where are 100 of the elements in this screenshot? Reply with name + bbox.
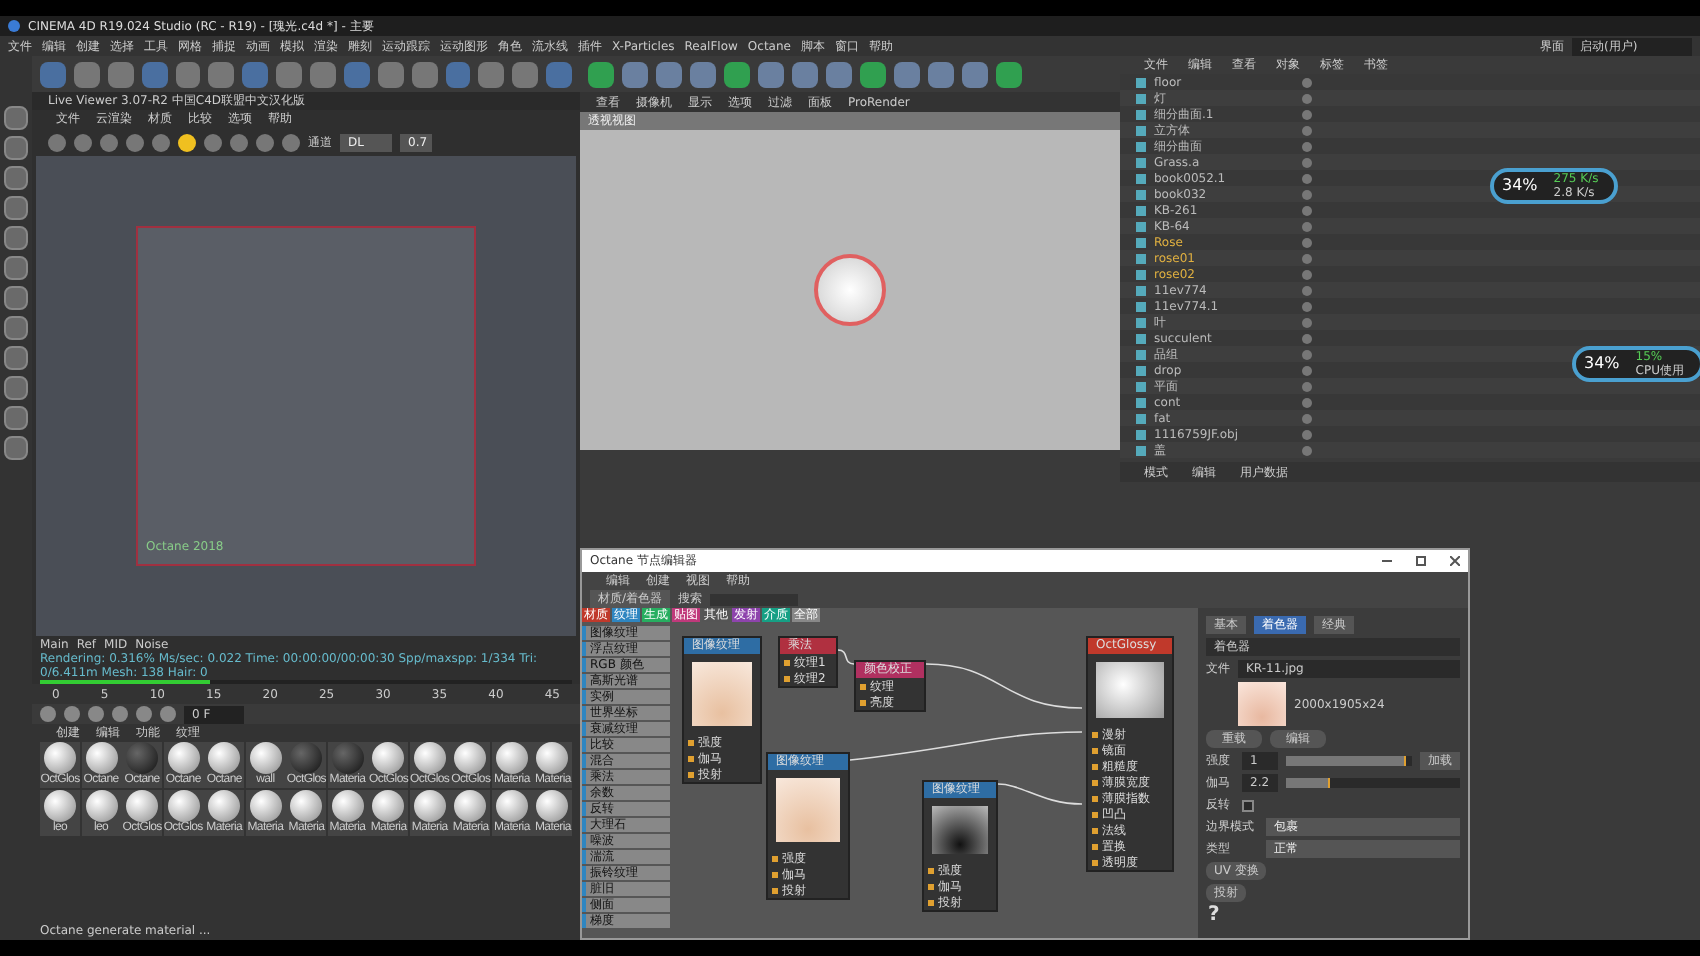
texture-thumbnail: [1238, 682, 1286, 726]
toolbar-icon[interactable]: [377, 61, 404, 87]
toolbar-icon[interactable]: [894, 61, 920, 87]
material-preview: [372, 742, 405, 774]
toolbar-icon[interactable]: [996, 61, 1022, 87]
material-preview: [85, 790, 118, 822]
toolbar-icon[interactable]: [445, 61, 471, 87]
material-preview: [167, 790, 200, 822]
port-icon[interactable]: [772, 871, 778, 877]
material-preview: [372, 790, 405, 822]
material-preview: [495, 742, 528, 774]
material-preview: [44, 742, 76, 774]
toolbar-icon[interactable]: [512, 61, 539, 87]
maximize-icon[interactable]: [1416, 556, 1426, 566]
material-preview: [126, 790, 159, 822]
tool-icon[interactable]: [4, 286, 28, 310]
port-icon[interactable]: [1092, 763, 1098, 769]
toolbar-icon[interactable]: [724, 61, 750, 87]
material-preview: [290, 790, 323, 822]
toolbar-icon[interactable]: [40, 61, 66, 87]
toolbar-icon[interactable]: [343, 61, 370, 87]
connection-wire: [837, 649, 855, 665]
port-icon[interactable]: [860, 699, 866, 705]
port-icon[interactable]: [928, 899, 934, 905]
material-preview: [85, 742, 118, 774]
tool-icon[interactable]: [4, 106, 28, 130]
material-preview: [1096, 662, 1164, 718]
texture-preview: [776, 778, 840, 842]
port-icon[interactable]: [1092, 827, 1098, 833]
toolbar-icon[interactable]: [962, 61, 988, 87]
material-preview: [208, 790, 241, 822]
toolbar-icon[interactable]: [107, 61, 134, 87]
material-preview: [249, 790, 282, 822]
toolbar-icon[interactable]: [310, 61, 336, 87]
tool-icon[interactable]: [4, 316, 28, 340]
tool-icon[interactable]: [4, 166, 28, 190]
monitor-value: 34%: [1500, 174, 1540, 198]
port-icon[interactable]: [688, 771, 694, 777]
tool-icon[interactable]: [4, 436, 28, 460]
toolbar-icon[interactable]: [73, 61, 100, 87]
port-icon[interactable]: [1092, 795, 1098, 801]
port-icon[interactable]: [688, 739, 694, 745]
app-logo-icon: [8, 20, 20, 32]
tool-icon[interactable]: [4, 406, 28, 430]
material-preview: [454, 742, 487, 774]
material-preview: [495, 790, 528, 822]
search-field[interactable]: [710, 593, 799, 605]
material-preview: [44, 790, 76, 822]
toolbar-icon[interactable]: [276, 61, 302, 87]
port-icon[interactable]: [1092, 779, 1098, 785]
close-icon[interactable]: [1450, 556, 1460, 566]
port-icon[interactable]: [1092, 843, 1098, 849]
texture-preview: [932, 806, 988, 854]
material-preview: [249, 742, 282, 774]
port-icon[interactable]: [772, 887, 778, 893]
port-icon[interactable]: [784, 675, 790, 681]
material-preview: [413, 790, 446, 822]
tool-icon[interactable]: [4, 136, 28, 160]
toolbar-icon[interactable]: [175, 61, 201, 87]
port-icon[interactable]: [928, 883, 934, 889]
port-icon[interactable]: [784, 659, 790, 665]
port-icon[interactable]: [1092, 859, 1098, 865]
toolbar-icon[interactable]: [622, 61, 648, 87]
material-preview: [167, 742, 200, 774]
invert-checkbox[interactable]: [1242, 799, 1254, 811]
material-preview: [536, 790, 569, 822]
port-icon[interactable]: [1092, 731, 1098, 737]
tool-icon[interactable]: [4, 256, 28, 280]
port-icon[interactable]: [1092, 811, 1098, 817]
toolbar-icon[interactable]: [826, 61, 852, 87]
port-icon[interactable]: [860, 683, 866, 689]
material-preview: [126, 742, 159, 774]
toolbar-icon[interactable]: [656, 61, 682, 87]
port-icon[interactable]: [688, 755, 694, 761]
toolbar-icon[interactable]: [141, 61, 167, 87]
tool-icon[interactable]: [4, 346, 28, 370]
toolbar-icon[interactable]: [928, 61, 954, 87]
toolbar-icon[interactable]: [792, 61, 818, 87]
material-preview: [208, 742, 241, 774]
toolbar-icon[interactable]: [690, 61, 716, 87]
monitor-value: 34%: [1582, 352, 1622, 376]
port-icon[interactable]: [1092, 747, 1098, 753]
tool-icon[interactable]: [4, 196, 28, 220]
material-preview: [536, 742, 569, 774]
tool-icon[interactable]: [4, 226, 28, 250]
toolbar-icon[interactable]: [208, 61, 235, 87]
connection-wire: [997, 783, 1083, 805]
toolbar-icon[interactable]: [860, 61, 886, 87]
port-icon[interactable]: [928, 867, 934, 873]
toolbar-icon[interactable]: [588, 61, 614, 87]
tool-icon[interactable]: [4, 376, 28, 400]
toolbar-icon[interactable]: [478, 61, 505, 87]
help-text: ?: [1206, 906, 1222, 926]
material-preview: [454, 790, 487, 822]
toolbar-icon[interactable]: [546, 61, 572, 87]
slider-track[interactable]: [1286, 778, 1460, 788]
toolbar-icon[interactable]: [242, 61, 269, 87]
toolbar-icon[interactable]: [411, 61, 437, 87]
port-icon[interactable]: [772, 855, 778, 861]
toolbar-icon[interactable]: [758, 61, 784, 87]
